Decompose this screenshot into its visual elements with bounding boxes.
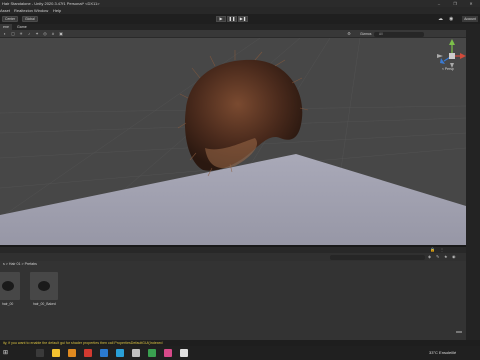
- edge-icon[interactable]: [116, 349, 124, 357]
- maximize-button[interactable]: ❐: [450, 1, 460, 6]
- project-toolbar: ◈ ✎ ★ ◉: [0, 253, 466, 261]
- breadcrumb[interactable]: s > Hair 01 > Prefabs: [3, 262, 37, 266]
- console-warning-text[interactable]: ity, if you want to enable the default g…: [3, 341, 163, 345]
- taskbar: ⊞ 33°C Ensoleillé: [0, 346, 480, 360]
- project-panel: [0, 261, 466, 340]
- unity-hub-icon[interactable]: [132, 349, 140, 357]
- file-explorer-icon[interactable]: [52, 349, 60, 357]
- weather-widget[interactable]: 33°C Ensoleillé: [429, 350, 456, 355]
- audio-toggle-icon[interactable]: ♪: [26, 31, 32, 37]
- gizmos-dropdown[interactable]: Gizmos: [360, 32, 372, 36]
- title-bar: Hair Standalone - Unity 2020.3.47f1 Pers…: [0, 0, 480, 7]
- 2d-toggle-icon[interactable]: ▢: [10, 31, 16, 37]
- search-icon[interactable]: [36, 349, 44, 357]
- asset-label-hair-00[interactable]: hair_00: [2, 302, 13, 306]
- lighting-toggle-icon[interactable]: ☀: [18, 31, 24, 37]
- center-pivot-button[interactable]: Center: [2, 16, 19, 22]
- lock-icon[interactable]: 🔒: [430, 247, 435, 252]
- filter-by-type-icon[interactable]: ◈: [428, 254, 431, 259]
- shading-mode-icon[interactable]: ◐: [2, 31, 8, 37]
- asset-label-hair-00-baked[interactable]: hair_00_Baked: [33, 302, 56, 306]
- tools-settings-icon[interactable]: ⚙: [346, 31, 352, 37]
- asset-thumbnail-hair-00[interactable]: [0, 272, 20, 300]
- app-icon-2[interactable]: [84, 349, 92, 357]
- hidden-packages-icon[interactable]: ◉: [452, 254, 456, 259]
- window-title: Hair Standalone - Unity 2020.3.47f1 Pers…: [2, 1, 100, 6]
- menu-realtezion[interactable]: Realtezion: [14, 8, 33, 13]
- app-icon-3[interactable]: [100, 349, 108, 357]
- app-icon-4[interactable]: [148, 349, 156, 357]
- step-button[interactable]: ▶❚: [238, 16, 248, 22]
- camera-settings-icon[interactable]: ▣: [58, 31, 64, 37]
- perspective-label[interactable]: < Persp: [442, 67, 454, 71]
- close-button[interactable]: ✕: [466, 1, 476, 6]
- play-button[interactable]: ▶: [216, 16, 226, 22]
- favorite-icon[interactable]: ★: [444, 254, 448, 259]
- asset-thumbnail-hair-00-baked[interactable]: [30, 272, 58, 300]
- floor-plane: [0, 154, 466, 245]
- scene-canvas: [0, 38, 466, 245]
- menu-bar: Asset Realtezion Window Help: [0, 7, 480, 14]
- global-space-button[interactable]: Global: [22, 16, 38, 22]
- app-icon-5[interactable]: [164, 349, 172, 357]
- unity-editor-icon[interactable]: [180, 349, 188, 357]
- hidden-objects-icon[interactable]: ◎: [42, 31, 48, 37]
- minimize-button[interactable]: –: [434, 1, 444, 6]
- filter-by-label-icon[interactable]: ✎: [436, 254, 439, 259]
- zoom-slider[interactable]: [456, 331, 462, 333]
- cloud-icon[interactable]: ☁: [438, 16, 443, 22]
- scene-search-input[interactable]: All: [374, 31, 424, 37]
- start-icon[interactable]: ⊞: [3, 349, 8, 356]
- account-button[interactable]: Account: [462, 16, 478, 22]
- collab-icon[interactable]: ◉: [449, 16, 453, 22]
- main-toolbar: Center Global ▶ ❚❚ ▶❚ ☁ ◉ Account: [0, 14, 480, 24]
- menu-asset[interactable]: Asset: [0, 8, 10, 13]
- effects-toggle-icon[interactable]: ✦: [34, 31, 40, 37]
- inspector-edge: [466, 30, 480, 340]
- pause-button[interactable]: ❚❚: [227, 16, 237, 22]
- menu-window[interactable]: Window: [34, 8, 48, 13]
- panel-menu-icon[interactable]: ⋮: [440, 247, 444, 252]
- menu-help[interactable]: Help: [53, 8, 61, 13]
- app-icon-1[interactable]: [68, 349, 76, 357]
- project-search-input[interactable]: [330, 254, 425, 260]
- scene-toolbar: ◐ ▢ ☀ ♪ ✦ ◎ # ▣ ⚙ Gizmos All: [0, 30, 466, 38]
- orientation-gizmo[interactable]: [437, 39, 466, 68]
- grid-toggle-icon[interactable]: #: [50, 31, 56, 37]
- scene-view[interactable]: < Persp: [0, 38, 466, 245]
